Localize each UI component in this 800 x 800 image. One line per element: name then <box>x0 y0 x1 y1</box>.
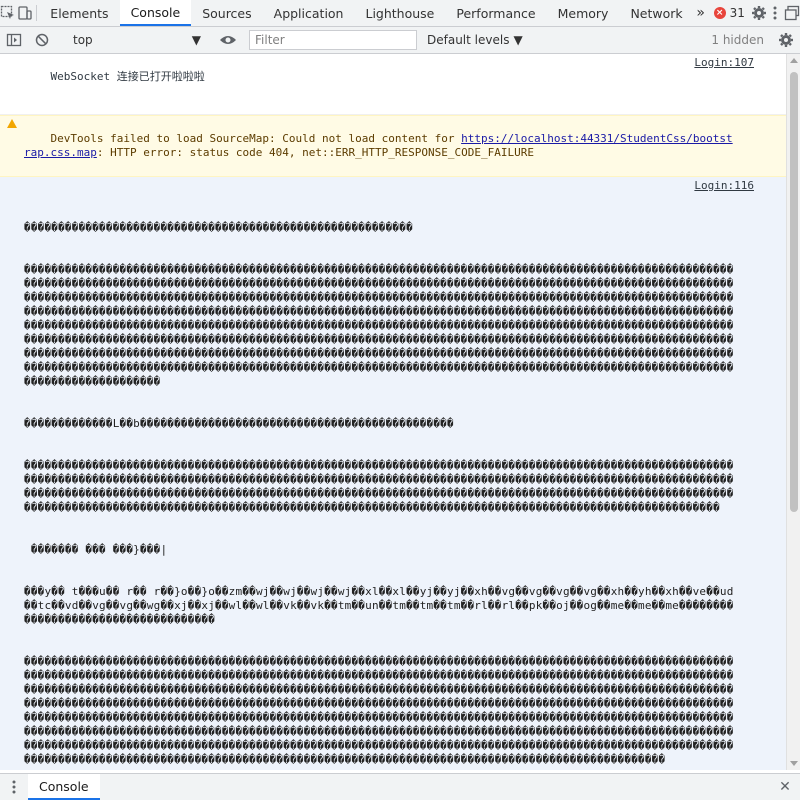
close-drawer-icon[interactable]: ✕ <box>770 774 800 800</box>
clear-console-icon[interactable] <box>28 32 56 48</box>
console-scrollbar[interactable] <box>786 54 800 770</box>
message-text: WebSocket 连接已打开啦啦啦 <box>50 70 205 83</box>
tab-console[interactable]: Console <box>119 0 192 26</box>
console-log-message-garbled[interactable]: Login:116 ������������������������������… <box>0 177 786 770</box>
tab-elements[interactable]: Elements <box>39 0 119 26</box>
tab-network[interactable]: Network <box>619 0 693 26</box>
settings-gear-icon[interactable] <box>751 0 767 26</box>
garbled-text-block: ����������������������������������������… <box>24 459 734 514</box>
context-selector-value: top <box>73 33 93 47</box>
log-levels-label: Default levels <box>427 33 510 47</box>
log-levels-dropdown[interactable]: Default levels ▼ <box>417 33 533 47</box>
console-warning-message[interactable]: DevTools failed to load SourceMap: Could… <box>0 115 786 177</box>
warning-text-suffix: : HTTP error: status code 404, net::ERR_… <box>96 146 534 159</box>
more-options-icon[interactable] <box>767 0 783 26</box>
source-link[interactable]: Login:116 <box>694 179 754 193</box>
garbled-text-line: ����������������������������������������… <box>24 221 413 234</box>
chevron-down-icon: ▼ <box>191 33 201 47</box>
device-toolbar-icon[interactable] <box>16 0 32 26</box>
tab-application[interactable]: Application <box>263 0 355 26</box>
hidden-messages-count: 1 hidden <box>711 33 764 47</box>
tab-performance[interactable]: Performance <box>445 0 546 26</box>
undock-icon[interactable] <box>784 0 800 26</box>
scrollbar-thumb[interactable] <box>790 72 798 512</box>
source-link[interactable]: Login:107 <box>694 56 754 70</box>
live-expression-eye-icon[interactable] <box>214 32 242 48</box>
scroll-up-arrow-icon[interactable] <box>790 58 798 63</box>
garbled-text-line: �������������L��b�����������������������… <box>24 417 454 430</box>
inspect-element-icon[interactable] <box>0 0 16 26</box>
context-selector[interactable]: top ▼ <box>67 30 207 50</box>
more-tabs-button[interactable]: » <box>694 0 708 26</box>
tab-sources[interactable]: Sources <box>191 0 262 26</box>
garbled-text-block: ����������������������������������������… <box>24 263 734 388</box>
error-icon: × <box>713 7 726 19</box>
devtools-tabbar: Elements Console Sources Application Lig… <box>0 0 800 27</box>
garbled-text-line: ���y�� t���u�� r�� r��}o��}o��zm��wj��wj… <box>24 585 734 626</box>
drawer-tabbar: Console ✕ <box>0 773 800 800</box>
garbled-text-block: ����������������������������������������… <box>24 655 734 766</box>
drawer-tab-console[interactable]: Console <box>28 774 100 800</box>
console-messages[interactable]: WebSocket 连接已打开啦啦啦 Login:107 DevTools fa… <box>0 54 786 770</box>
console-toolbar: top ▼ Default levels ▼ 1 hidden <box>0 27 800 54</box>
warning-text-prefix: DevTools failed to load SourceMap: Could… <box>50 132 462 145</box>
chevron-down-icon: ▼ <box>513 33 523 47</box>
scroll-down-arrow-icon[interactable] <box>790 761 798 766</box>
garbled-text-line: ������� ��� ���}���| <box>24 543 168 556</box>
console-settings-gear-icon[interactable] <box>772 32 800 48</box>
tab-lighthouse[interactable]: Lighthouse <box>354 0 445 26</box>
error-count: 31 <box>729 6 745 20</box>
tab-memory[interactable]: Memory <box>547 0 620 26</box>
console-log-message[interactable]: WebSocket 连接已打开啦啦啦 Login:107 <box>0 54 786 115</box>
error-count-badge[interactable]: × 31 <box>708 0 751 26</box>
tab-divider <box>35 5 37 21</box>
warning-icon <box>7 119 17 128</box>
filter-input[interactable] <box>249 30 417 50</box>
drawer-menu-icon[interactable] <box>0 774 28 800</box>
show-sidebar-icon[interactable] <box>0 32 28 48</box>
